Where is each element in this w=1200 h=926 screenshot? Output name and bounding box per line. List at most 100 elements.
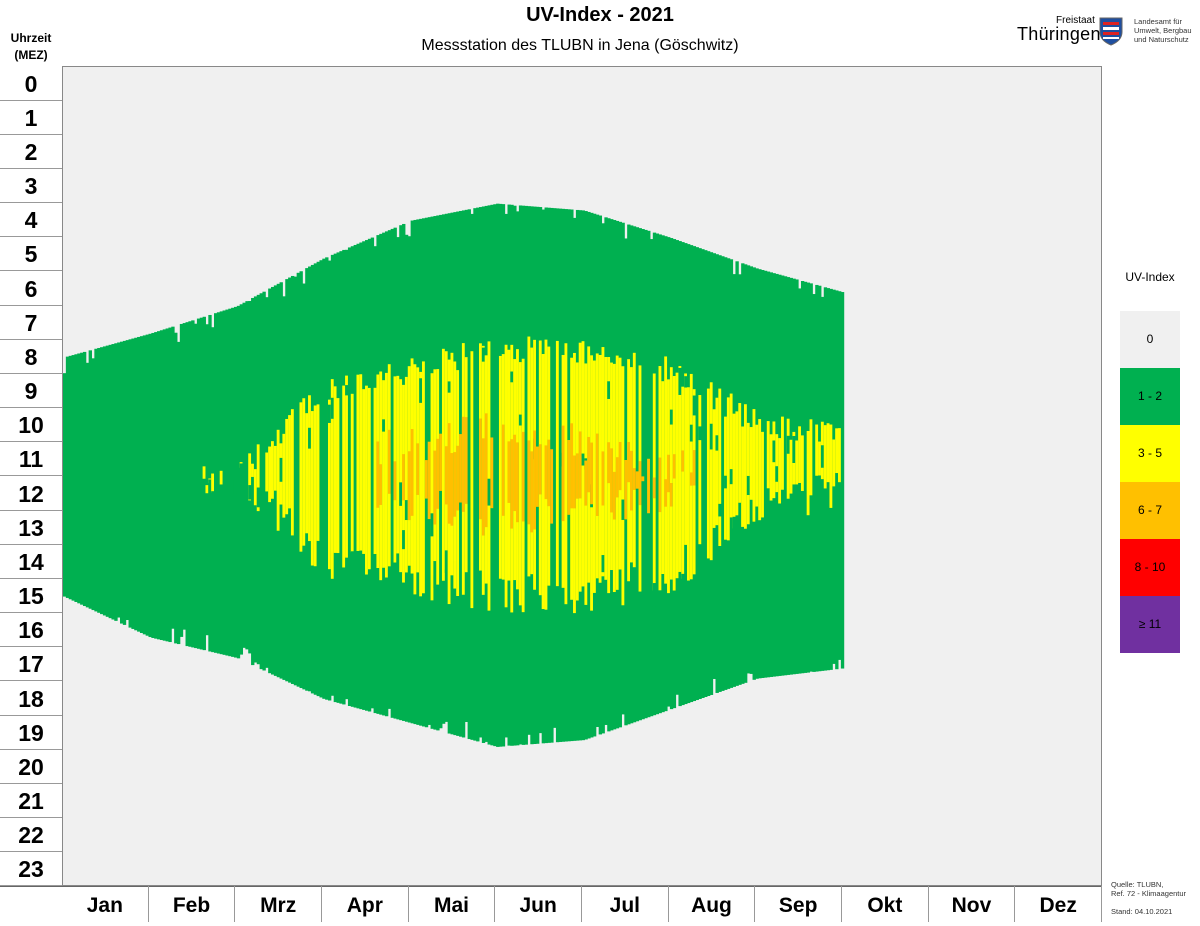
uv-cell-3-5	[419, 371, 423, 597]
uv-cell-1-2	[621, 499, 625, 520]
uv-cell-3-5	[430, 373, 434, 601]
y-tick-label: 8	[0, 340, 62, 374]
uv-cell-1-2	[840, 292, 845, 669]
legend-item: 0	[1120, 311, 1180, 368]
x-tick-label: Feb	[149, 886, 236, 922]
y-tick-label: 10	[0, 408, 62, 443]
uv-cell-1-2	[487, 478, 491, 506]
uv-cell-1-2	[644, 229, 648, 719]
legend-item: 6 - 7	[1120, 482, 1180, 539]
x-tick-label: Aug	[669, 886, 756, 922]
uv-cell-3-5	[336, 398, 340, 554]
uv-cell-1-2	[518, 414, 523, 426]
uv-cell-6-7	[612, 471, 617, 520]
uv-cell-3-5	[396, 375, 400, 555]
uv-cell-3-5	[271, 441, 275, 499]
uv-cell-1-2	[345, 385, 349, 396]
uv-cell-6-7	[578, 431, 583, 499]
uv-cell-1-2	[319, 260, 323, 698]
y-axis-hour-labels: 0 1 2 3 4 5 6 7 8 9 10 11 12 13 14 15 16 17 18 19 20 21 22 23	[0, 66, 62, 887]
uv-cell-1-2	[399, 482, 403, 506]
uv-cell-1-2	[111, 344, 115, 620]
uv-cell-3-5	[356, 374, 360, 551]
uv-cell-1-2	[763, 270, 768, 678]
uv-cell-1-2	[176, 341, 181, 645]
uv-cell-6-7	[607, 442, 611, 484]
uv-cell-3-5	[806, 430, 811, 516]
logo-org-line: Landesamt für	[1134, 17, 1182, 26]
uv-cell-1-2	[117, 342, 121, 618]
uv-cell-1-2	[695, 247, 699, 701]
uv-cell-1-2	[419, 378, 423, 403]
uv-cell-1-2	[154, 332, 158, 639]
uv-cell-6-7	[658, 457, 662, 513]
source-line: Ref. 72 - Klimaagentur	[1111, 889, 1187, 898]
uv-cell-1-2	[159, 330, 164, 641]
uv-cell-1-2	[607, 381, 611, 399]
uv-cell-3-5	[350, 393, 355, 553]
y-tick-label: 9	[0, 374, 62, 408]
uv-cell-6-7	[530, 451, 534, 533]
uv-cell-6-7	[627, 441, 631, 483]
uv-cell-3-5	[555, 340, 560, 587]
uv-cell-6-7	[587, 436, 591, 493]
uv-cell-3-5	[305, 413, 309, 534]
uv-cell-6-7	[681, 450, 685, 472]
uv-cell-6-7	[561, 425, 565, 522]
uv-cell-1-2	[188, 321, 192, 647]
uv-cell-1-2	[74, 354, 78, 602]
uv-cell-3-5	[669, 367, 674, 580]
uv-cell-3-5	[786, 418, 791, 499]
uv-cell-1-2	[390, 228, 395, 718]
chart-subtitle: Messstation des TLUBN in Jena (Göschwitz…	[421, 37, 739, 54]
uv-cell-1-2	[142, 335, 147, 635]
uv-cell-1-2	[433, 561, 437, 589]
uv-cell-3-5	[316, 404, 320, 541]
uv-cell-1-2	[786, 435, 791, 454]
uv-cell-3-5	[604, 356, 608, 580]
uv-cell-6-7	[570, 423, 574, 509]
uv-cell-3-5	[735, 411, 739, 516]
uv-cell-6-7	[407, 451, 412, 521]
uv-cell-1-2	[222, 310, 226, 655]
y-tick-label: 21	[0, 784, 62, 818]
uv-cell-1-2	[820, 445, 825, 468]
uv-cell-1-2	[262, 291, 266, 671]
uv-cell-3-5	[399, 379, 403, 573]
uv-cell-1-2	[772, 440, 776, 463]
uv-cell-1-2	[145, 334, 149, 636]
uv-cell-3-5	[675, 372, 679, 579]
uv-cell-6-7	[615, 457, 620, 498]
uv-cell-1-2	[718, 503, 722, 517]
uv-cell-1-2	[652, 583, 657, 607]
uv-cell-6-7	[595, 433, 600, 516]
uv-cell-6-7	[689, 472, 694, 486]
legend: 01 - 23 - 56 - 78 - 10 ≥ 11	[1120, 311, 1180, 653]
uv-cell-6-7	[379, 464, 383, 505]
uv-cell-1-2	[655, 233, 660, 715]
uv-cell-3-5	[621, 366, 625, 606]
uv-cell-1-2	[202, 316, 206, 651]
y-tick-label: 20	[0, 750, 62, 784]
uv-cell-1-2	[194, 323, 198, 649]
uv-cell-3-5	[678, 365, 682, 572]
uv-cell-6-7	[544, 445, 548, 500]
uv-cell-3-5	[504, 344, 508, 608]
uv-cell-3-5	[775, 434, 779, 493]
uv-cell-6-7	[535, 446, 540, 507]
y-tick-label: 14	[0, 545, 62, 579]
uv-cell-1-2	[85, 362, 90, 608]
uv-cell-1-2	[134, 337, 138, 631]
uv-cell-3-5	[781, 416, 785, 490]
legend-item: 8 - 10	[1120, 539, 1180, 596]
x-tick-label: Okt	[842, 886, 929, 922]
uv-cell-1-2	[100, 347, 104, 615]
uv-cell-6-7	[692, 450, 697, 486]
uv-cell-1-2	[678, 367, 682, 395]
uv-cell-3-5	[778, 438, 782, 504]
y-tick-label: 13	[0, 511, 62, 545]
y-tick-label: 16	[0, 613, 62, 648]
uv-cell-1-2	[80, 352, 84, 605]
uv-cell-1-2	[251, 297, 255, 666]
uv-cell-6-7	[459, 434, 463, 503]
